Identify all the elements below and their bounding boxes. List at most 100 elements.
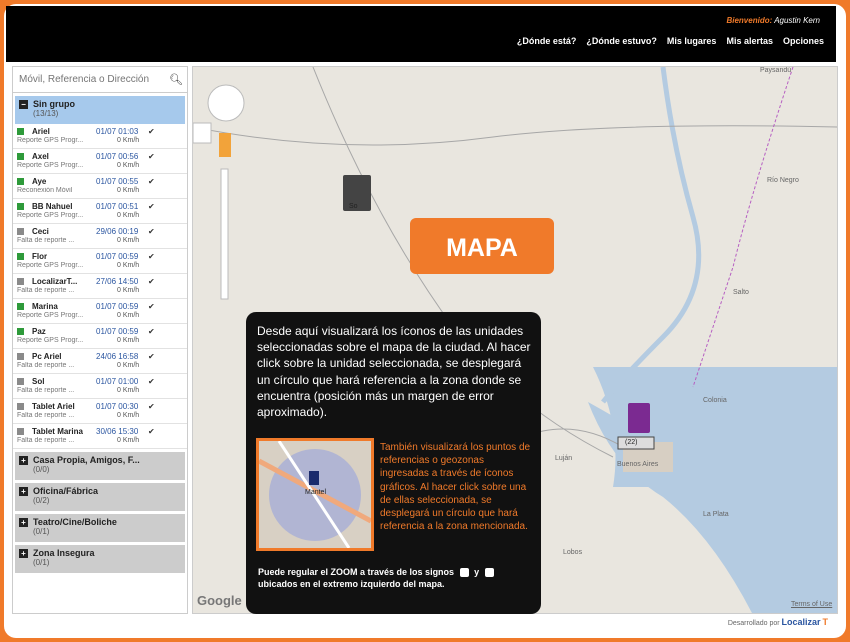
nav-opciones[interactable]: Opciones bbox=[783, 36, 824, 46]
unit-date: 01/07 00:55 bbox=[96, 177, 139, 186]
check-icon[interactable]: ✔ bbox=[148, 327, 155, 336]
unit-row[interactable]: Sol 01/07 01:00 ✔ Falta de reporte ... 0 Km/… bbox=[13, 374, 187, 399]
nav-mis-lugares[interactable]: Mis lugares bbox=[667, 36, 717, 46]
unit-row[interactable]: Aye 01/07 00:55 ✔ Reconexión Móvil 0 Km/h bbox=[13, 174, 187, 199]
check-icon[interactable]: ✔ bbox=[148, 277, 155, 286]
check-icon[interactable]: ✔ bbox=[148, 427, 155, 436]
status-indicator-icon bbox=[17, 278, 24, 285]
unit-desc: Falta de reporte ... bbox=[17, 412, 75, 419]
unit-name: Sol bbox=[32, 377, 45, 386]
welcome-label: Bienvenido: bbox=[726, 16, 773, 25]
road bbox=[193, 125, 837, 146]
zoom-plus-icon bbox=[459, 568, 469, 578]
unit-row[interactable]: Pc Ariel 24/06 16:58 ✔ Falta de reporte ...… bbox=[13, 349, 187, 374]
unit-row[interactable]: Marina 01/07 00:59 ✔ Reporte GPS Progr... 0 … bbox=[13, 299, 187, 324]
pan-control-icon[interactable] bbox=[207, 84, 245, 122]
unit-speed: 0 Km/h bbox=[117, 337, 140, 344]
check-icon[interactable]: ✔ bbox=[148, 227, 155, 236]
expand-icon[interactable]: + bbox=[19, 548, 28, 558]
unit-row[interactable]: Axel 01/07 00:56 ✔ Reporte GPS Progr... 0 Km… bbox=[13, 149, 187, 174]
status-indicator-icon bbox=[17, 178, 24, 185]
status-indicator-icon bbox=[17, 428, 24, 435]
unit-speed: 0 Km/h bbox=[117, 137, 140, 144]
unit-row[interactable]: Flor 01/07 00:59 ✔ Reporte GPS Progr... 0 Km… bbox=[13, 249, 187, 274]
unit-row[interactable]: LocalizarT... 27/06 14:50 ✔ Falta de report… bbox=[13, 274, 187, 299]
place-marker-icon[interactable] bbox=[628, 403, 650, 433]
check-icon[interactable]: ✔ bbox=[148, 377, 155, 386]
search-input[interactable] bbox=[19, 74, 169, 85]
unit-desc: Reporte GPS Progr... bbox=[17, 212, 84, 219]
unit-desc: Reconexión Móvil bbox=[17, 187, 73, 194]
unit-date: 30/06 15:30 bbox=[96, 427, 139, 436]
group-header[interactable]: + Oficina/Fábrica (0/2) bbox=[15, 483, 185, 511]
unit-date: 29/06 00:19 bbox=[96, 227, 139, 236]
unit-date: 01/07 01:03 bbox=[96, 127, 139, 136]
unit-desc: Reporte GPS Progr... bbox=[17, 337, 84, 344]
group-sin-grupo[interactable]: − Sin grupo (13/13) bbox=[15, 96, 185, 124]
unit-list: Ariel 01/07 01:03 ✔ Reporte GPS Progr... 0 K… bbox=[13, 124, 187, 449]
unit-name: Marina bbox=[32, 302, 58, 311]
check-icon[interactable]: ✔ bbox=[148, 302, 155, 311]
group-header[interactable]: + Teatro/Cine/Boliche (0/1) bbox=[15, 514, 185, 542]
expand-icon[interactable]: + bbox=[19, 486, 28, 496]
unit-speed: 0 Km/h bbox=[117, 262, 140, 269]
zoom-slider[interactable] bbox=[220, 168, 229, 300]
search-icon[interactable]: 🔍︎ bbox=[169, 73, 183, 86]
unit-row[interactable]: Ceci 29/06 00:19 ✔ Falta de reporte ... 0 Km… bbox=[13, 224, 187, 249]
unit-date: 01/07 00:59 bbox=[96, 327, 139, 336]
group-title: Casa Propia, Amigos, F... bbox=[33, 455, 140, 465]
street-view-icon[interactable] bbox=[219, 133, 231, 157]
collapse-icon[interactable]: − bbox=[19, 99, 28, 109]
expand-icon[interactable]: + bbox=[19, 455, 28, 465]
unit-speed: 0 Km/h bbox=[117, 237, 140, 244]
google-logo: Google bbox=[197, 593, 242, 608]
unit-date: 24/06 16:58 bbox=[96, 352, 139, 361]
unit-speed: 0 Km/h bbox=[117, 212, 140, 219]
group-count: (0/2) bbox=[33, 496, 50, 505]
unit-desc: Falta de reporte ... bbox=[17, 362, 75, 369]
unit-date: 01/07 00:51 bbox=[96, 202, 139, 211]
nav-donde-estuvo[interactable]: ¿Dónde estuvo? bbox=[586, 36, 657, 46]
nav-donde-esta[interactable]: ¿Dónde está? bbox=[517, 36, 577, 46]
group-title: Oficina/Fábrica bbox=[33, 486, 99, 496]
unit-name: Aye bbox=[32, 177, 47, 186]
check-icon[interactable]: ✔ bbox=[148, 202, 155, 211]
check-icon[interactable]: ✔ bbox=[148, 402, 155, 411]
user-name: Agustin Kern bbox=[774, 16, 820, 25]
unit-speed: 0 Km/h bbox=[117, 312, 140, 319]
unit-row[interactable]: Paz 01/07 00:59 ✔ Reporte GPS Progr... 0 Km/… bbox=[13, 324, 187, 349]
map-label: Río Negro bbox=[767, 177, 799, 184]
group-count: (13/13) bbox=[33, 109, 59, 118]
unit-row[interactable]: Tablet Marina 30/06 15:30 ✔ Falta de report… bbox=[13, 424, 187, 449]
group-header[interactable]: + Casa Propia, Amigos, F... (0/0) bbox=[15, 452, 185, 480]
unit-date: 01/07 01:00 bbox=[96, 377, 139, 386]
unit-desc: Falta de reporte ... bbox=[17, 437, 75, 444]
sidebar: 🔍︎ −Sin grupo (13/13) Ariel 01/07 01:03 ✔ R… bbox=[12, 66, 188, 614]
unit-row[interactable]: BB Nahuel 01/07 00:51 ✔ Reporte GPS Progr..… bbox=[13, 199, 187, 224]
unit-name: Ceci bbox=[32, 227, 49, 236]
group-header[interactable]: + Zona Insegura (0/1) bbox=[15, 545, 185, 573]
unit-speed: 0 Km/h bbox=[117, 412, 140, 419]
unit-name: Tablet Marina bbox=[32, 427, 83, 436]
group-count: (0/0) bbox=[33, 465, 50, 474]
terms-link[interactable]: Terms of Use bbox=[791, 601, 832, 608]
check-icon[interactable]: ✔ bbox=[148, 252, 155, 261]
nav-mis-alertas[interactable]: Mis alertas bbox=[726, 36, 773, 46]
status-indicator-icon bbox=[17, 303, 24, 310]
unit-desc: Falta de reporte ... bbox=[17, 237, 75, 244]
check-icon[interactable]: ✔ bbox=[148, 127, 155, 136]
unit-date: 01/07 00:30 bbox=[96, 402, 139, 411]
check-icon[interactable]: ✔ bbox=[148, 352, 155, 361]
unit-row[interactable]: Tablet Ariel 01/07 00:30 ✔ Falta de reporte… bbox=[13, 399, 187, 424]
collapse-sidebar-icon[interactable] bbox=[193, 122, 212, 144]
zoom-minus-icon bbox=[484, 568, 494, 578]
expand-icon[interactable]: + bbox=[19, 517, 28, 527]
unit-row[interactable]: Ariel 01/07 01:03 ✔ Reporte GPS Progr... 0 K… bbox=[13, 124, 187, 149]
check-icon[interactable]: ✔ bbox=[148, 177, 155, 186]
map-label: Luján bbox=[555, 455, 573, 462]
border-line bbox=[692, 67, 794, 388]
check-icon[interactable]: ✔ bbox=[148, 152, 155, 161]
unit-speed: 0 Km/h bbox=[117, 287, 140, 294]
unit-speed: 0 Km/h bbox=[117, 162, 140, 169]
status-indicator-icon bbox=[17, 328, 24, 335]
